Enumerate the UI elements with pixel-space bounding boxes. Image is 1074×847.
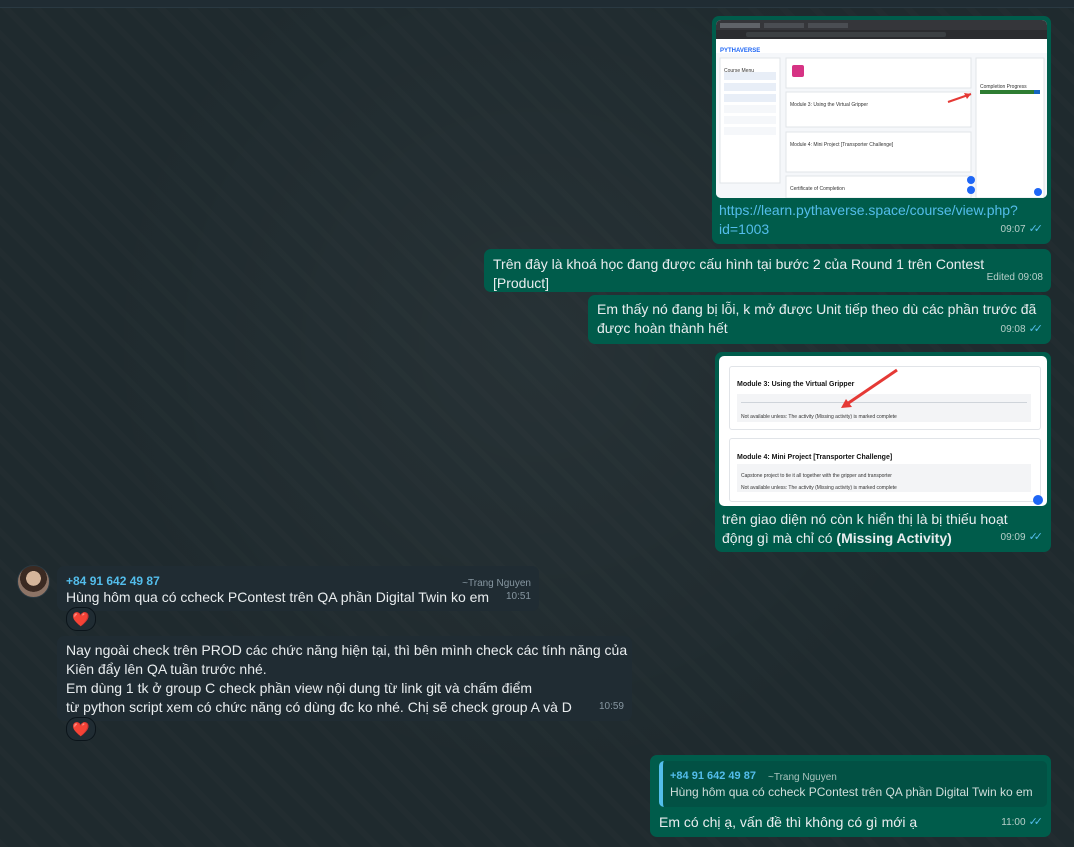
- browser-screenshot: [716, 20, 1047, 198]
- message-text: Trên đây là khoá học đang được cấu hình …: [493, 256, 985, 291]
- message-meta: Edited 09:08: [987, 268, 1043, 287]
- link-line-1[interactable]: https://learn.pythaverse.space/course/vi…: [719, 201, 1029, 220]
- caption: trên giao diện nó còn k hiển thị là bị t…: [722, 510, 1022, 548]
- message-text: Hùng hôm qua có ccheck PContest trên QA …: [66, 589, 490, 605]
- caption-line-2: động gì mà chỉ có (Missing Activity): [722, 529, 1022, 548]
- message-meta: 11:00 ✓✓: [1001, 813, 1043, 832]
- message-time: 09:08: [1017, 272, 1043, 283]
- outgoing-message-screenshot-caption[interactable]: Module 3: Using the Virtual Gripper Not …: [715, 352, 1051, 552]
- quoted-message[interactable]: +84 91 642 49 87 ~Trang Nguyen Hùng hôm …: [659, 761, 1047, 807]
- double-check-icon: ✓✓: [1028, 323, 1044, 335]
- heart-icon[interactable]: ❤️: [66, 717, 96, 741]
- thumb-module3: Module 3: Using the Virtual Gripper: [790, 102, 869, 108]
- outgoing-message[interactable]: Em thấy nó đang bị lỗi, k mở được Unit t…: [588, 295, 1051, 344]
- edited-label: Edited: [986, 272, 1015, 283]
- thumb-course-menu: Course Menu: [724, 68, 755, 74]
- message-time: 10:59: [598, 701, 624, 712]
- outgoing-reply-message[interactable]: +84 91 642 49 87 ~Trang Nguyen Hùng hôm …: [650, 755, 1051, 837]
- message-meta: 10:59: [599, 697, 624, 716]
- message-time: 10:51: [505, 591, 531, 602]
- message-meta: 09:09 ✓✓: [1000, 528, 1044, 547]
- red-arrow-icon: [841, 368, 1043, 505]
- caption-bold: (Missing Activity): [836, 530, 952, 546]
- image-thumbnail[interactable]: Module 3: Using the Virtual Gripper Not …: [719, 356, 1047, 506]
- outgoing-message[interactable]: Trên đây là khoá học đang được cấu hình …: [484, 249, 1051, 292]
- thumb-brand: PYTHAVERSE: [720, 48, 761, 54]
- link-line-2[interactable]: id=1003: [719, 220, 1029, 239]
- message-text: Em có chị ạ, vấn đề thì không có gì mới …: [659, 814, 918, 830]
- caption-line-1: trên giao diện nó còn k hiển thị là bị t…: [722, 511, 1008, 527]
- message-meta: 09:08 ✓✓: [1000, 320, 1044, 339]
- message-meta: 10:51: [506, 587, 531, 606]
- avatar[interactable]: [17, 565, 50, 598]
- message-text-line-1: Em thấy nó đang bị lỗi, k mở được Unit t…: [597, 301, 1037, 317]
- message-link[interactable]: https://learn.pythaverse.space/course/vi…: [719, 201, 1029, 239]
- message-time: 09:09: [1000, 532, 1026, 543]
- double-check-icon: ✓✓: [1028, 223, 1044, 235]
- thumb-progress: Completion Progress: [980, 84, 1027, 90]
- double-check-icon: ✓✓: [1028, 531, 1044, 543]
- double-check-icon: ✓✓: [1028, 816, 1044, 828]
- message-meta: 09:07 ✓✓: [1000, 220, 1044, 239]
- message-time: 09:08: [1000, 324, 1026, 335]
- incoming-message[interactable]: Nay ngoài check trên PROD các chức năng …: [57, 636, 632, 721]
- top-bar: [0, 0, 1074, 8]
- message-text-line-1: Nay ngoài check trên PROD các chức năng …: [66, 642, 628, 658]
- incoming-message[interactable]: +84 91 642 49 87 ~Trang Nguyen Hùng hôm …: [57, 566, 539, 611]
- outgoing-message-screenshot-link[interactable]: PYTHAVERSE Course Menu Module 3: Using t…: [712, 16, 1051, 244]
- message-time: 09:07: [1000, 224, 1026, 235]
- thumb-certificate: Certificate of Completion: [790, 186, 845, 192]
- thumb-module4: Module 4: Mini Project [Transporter Chal…: [790, 142, 894, 148]
- message-text-line-3: Em dùng 1 tk ở group C check phần view n…: [66, 680, 533, 696]
- message-text-line-2: Kiên đẩy lên QA tuần trước nhé.: [66, 661, 267, 677]
- heart-icon[interactable]: ❤️: [66, 607, 96, 631]
- quote-text: Hùng hôm qua có ccheck PContest trên QA …: [670, 785, 1033, 799]
- caption-line-2-prefix: động gì mà chỉ có: [722, 530, 837, 546]
- message-time: 11:00: [1001, 817, 1026, 828]
- message-text-line-4: từ python script xem có chức năng có dùn…: [66, 699, 572, 715]
- message-text-line-2: được hoàn thành hết: [597, 320, 728, 336]
- image-thumbnail[interactable]: PYTHAVERSE Course Menu Module 3: Using t…: [716, 20, 1047, 198]
